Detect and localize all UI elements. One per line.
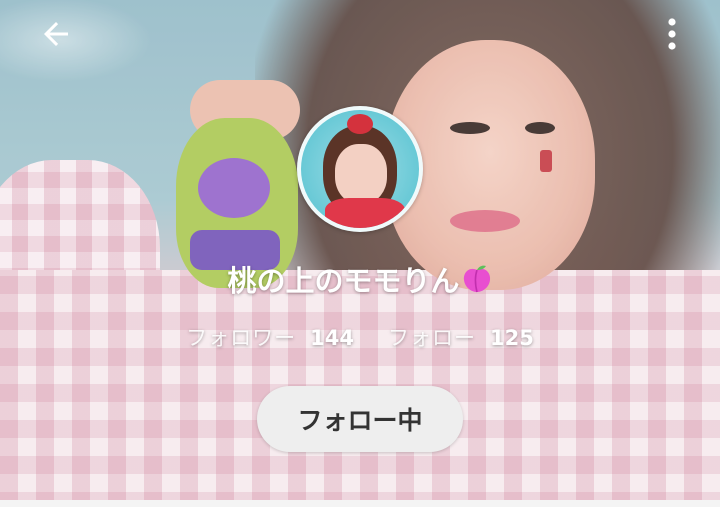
avatar-photo-bun	[347, 114, 373, 134]
following-count: 125	[490, 326, 534, 350]
more-vertical-icon	[668, 18, 676, 50]
followers-stat[interactable]: フォロワー 144	[186, 322, 354, 352]
profile-avatar[interactable]	[297, 106, 423, 232]
following-label: フォロー	[388, 326, 476, 350]
follow-stats: フォロワー 144 フォロー 125	[0, 322, 720, 352]
following-stat[interactable]: フォロー 125	[388, 322, 534, 352]
profile-display-name: 桃の上のモモりん	[227, 264, 460, 298]
arrow-left-icon	[44, 22, 68, 46]
content-divider	[0, 500, 720, 507]
more-options-button[interactable]	[648, 10, 696, 58]
profile-header: 桃の上のモモりん フォロワー 144 フォロー 125 フォロー中	[0, 0, 720, 500]
following-button[interactable]: フォロー中	[257, 386, 463, 452]
avatar-photo-face	[335, 144, 387, 204]
followers-count: 144	[310, 326, 354, 350]
avatar-photo-shirt	[325, 198, 405, 228]
back-button[interactable]	[32, 10, 80, 58]
peach-icon	[461, 264, 493, 294]
profile-name-row: 桃の上のモモりん	[0, 258, 720, 300]
followers-label: フォロワー	[186, 326, 297, 350]
